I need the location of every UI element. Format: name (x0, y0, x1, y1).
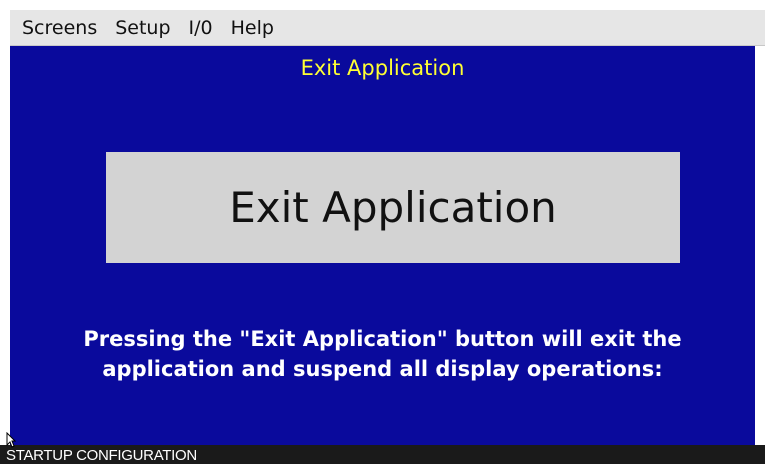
mouse-pointer-icon (6, 432, 16, 448)
menu-io[interactable]: I/0 (180, 10, 222, 46)
exit-application-button[interactable]: Exit Application (106, 152, 680, 263)
menu-help[interactable]: Help (222, 10, 283, 46)
info-line-1: Pressing the "Exit Application" button w… (83, 327, 682, 351)
right-border (755, 46, 765, 445)
menu-bar: Screens Setup I/0 Help (10, 10, 765, 46)
info-message: Pressing the "Exit Application" button w… (10, 324, 755, 384)
menu-screens[interactable]: Screens (10, 10, 106, 46)
exit-application-screen: Exit Application Exit Application Pressi… (10, 46, 755, 445)
app-window: Screens Setup I/0 Help Exit Application … (0, 0, 765, 464)
status-bar: STARTUP CONFIGURATION (0, 445, 765, 464)
screen-title: Exit Application (300, 56, 465, 80)
info-line-2: application and suspend all display oper… (102, 357, 663, 381)
status-text: STARTUP CONFIGURATION (6, 447, 197, 464)
menu-setup[interactable]: Setup (106, 10, 179, 46)
